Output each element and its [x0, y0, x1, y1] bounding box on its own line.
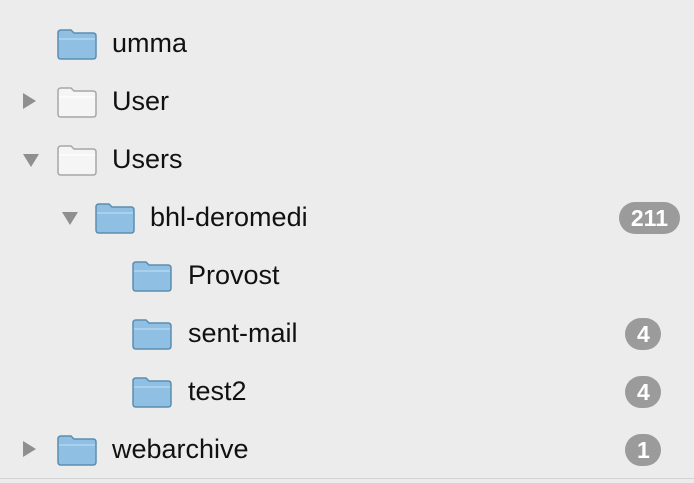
- folder-row-webarchive[interactable]: webarchive 1: [0, 420, 694, 478]
- unread-count-badge: 4: [625, 376, 661, 408]
- folder-icon: [56, 432, 98, 466]
- folder-label: Provost: [188, 260, 280, 290]
- folder-row-umma[interactable]: umma: [0, 14, 694, 72]
- folder-icon: [94, 200, 136, 234]
- folder-icon: [131, 374, 173, 408]
- disclosure-collapsed-icon[interactable]: [23, 441, 36, 457]
- list-bottom-divider: [0, 478, 694, 479]
- folder-row-test2[interactable]: test2 4: [0, 362, 694, 420]
- folder-list-panel: umma User Users bhl-deromedi 211 Provost…: [0, 0, 694, 483]
- folder-label: Users: [112, 144, 183, 174]
- folder-icon: [56, 26, 98, 60]
- unread-count-badge: 211: [618, 202, 680, 234]
- unread-count-badge: 1: [625, 434, 661, 466]
- disclosure-expanded-icon[interactable]: [62, 212, 78, 225]
- folder-label: test2: [188, 376, 247, 406]
- folder-row-users[interactable]: Users: [0, 130, 694, 188]
- folder-label: User: [112, 86, 170, 116]
- folder-label: bhl-deromedi: [150, 202, 308, 232]
- disclosure-expanded-icon[interactable]: [23, 154, 39, 167]
- folder-label: sent-mail: [188, 318, 298, 348]
- folder-icon: [56, 84, 98, 118]
- folder-row-sent-mail[interactable]: sent-mail 4: [0, 304, 694, 362]
- folder-row-provost[interactable]: Provost: [0, 246, 694, 304]
- disclosure-collapsed-icon[interactable]: [23, 93, 36, 109]
- folder-icon: [131, 316, 173, 350]
- folder-label: umma: [112, 28, 188, 58]
- unread-count-badge: 4: [625, 318, 661, 350]
- folder-label: webarchive: [112, 434, 249, 464]
- folder-icon: [131, 258, 173, 292]
- folder-row-user[interactable]: User: [0, 72, 694, 130]
- folder-row-bhl-deromedi[interactable]: bhl-deromedi 211: [0, 188, 694, 246]
- folder-icon: [56, 142, 98, 176]
